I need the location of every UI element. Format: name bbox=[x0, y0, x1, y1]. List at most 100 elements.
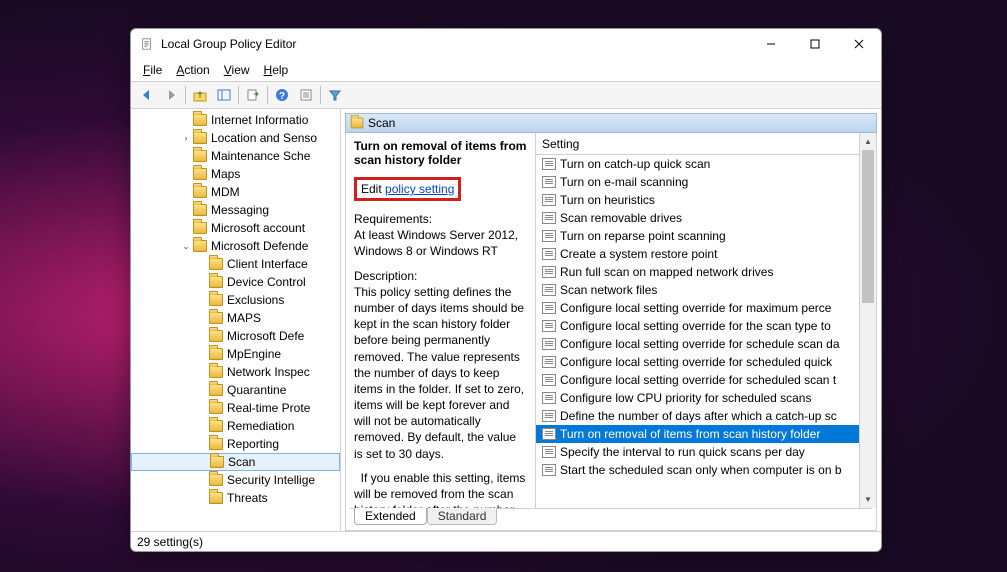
scroll-down-icon[interactable]: ▼ bbox=[860, 491, 876, 508]
policy-icon bbox=[542, 176, 556, 188]
folder-icon bbox=[209, 420, 223, 432]
svg-text:?: ? bbox=[279, 91, 285, 102]
minimize-button[interactable] bbox=[749, 29, 793, 59]
tree-node[interactable]: MpEngine bbox=[131, 345, 340, 363]
policy-icon bbox=[542, 392, 556, 404]
setting-row[interactable]: Turn on reparse point scanning bbox=[536, 227, 859, 245]
forward-arrow-icon[interactable] bbox=[161, 85, 181, 105]
help-icon[interactable]: ? bbox=[272, 85, 292, 105]
setting-row[interactable]: Specify the interval to run quick scans … bbox=[536, 443, 859, 461]
tree-node[interactable]: Quarantine bbox=[131, 381, 340, 399]
tree-node-label: Threats bbox=[227, 491, 268, 505]
tree-node[interactable]: Remediation bbox=[131, 417, 340, 435]
menu-view[interactable]: View bbox=[218, 61, 256, 79]
setting-row[interactable]: Run full scan on mapped network drives bbox=[536, 263, 859, 281]
scroll-up-icon[interactable]: ▲ bbox=[860, 133, 876, 150]
policy-icon bbox=[542, 284, 556, 296]
chevron-right-icon[interactable]: › bbox=[179, 133, 193, 143]
tree-node[interactable]: Security Intellige bbox=[131, 471, 340, 489]
tree-node[interactable]: Device Control bbox=[131, 273, 340, 291]
setting-row[interactable]: Define the number of days after which a … bbox=[536, 407, 859, 425]
tree-node[interactable]: Microsoft account bbox=[131, 219, 340, 237]
folder-icon bbox=[193, 240, 207, 252]
tree-node[interactable]: MDM bbox=[131, 183, 340, 201]
show-hide-tree-icon[interactable] bbox=[214, 85, 234, 105]
tree-node[interactable]: Network Inspec bbox=[131, 363, 340, 381]
tree-node-label: Remediation bbox=[227, 419, 294, 433]
properties-icon[interactable] bbox=[296, 85, 316, 105]
tree-node-label: Microsoft account bbox=[211, 221, 305, 235]
vertical-scrollbar[interactable]: ▲ ▼ bbox=[859, 133, 876, 508]
tree-node[interactable]: ›Location and Senso bbox=[131, 129, 340, 147]
setting-row[interactable]: Configure local setting override for sch… bbox=[536, 335, 859, 353]
tab-extended[interactable]: Extended bbox=[354, 508, 427, 525]
settings-list[interactable]: Turn on catch-up quick scanTurn on e-mai… bbox=[536, 155, 859, 479]
tree-node[interactable]: Maps bbox=[131, 165, 340, 183]
status-text: 29 setting(s) bbox=[137, 535, 203, 549]
menu-action[interactable]: Action bbox=[170, 61, 215, 79]
setting-row[interactable]: Configure low CPU priority for scheduled… bbox=[536, 389, 859, 407]
tree-node[interactable]: Internet Informatio bbox=[131, 111, 340, 129]
setting-row[interactable]: Turn on e-mail scanning bbox=[536, 173, 859, 191]
panel-folder-name: Scan bbox=[368, 116, 395, 130]
folder-icon bbox=[210, 456, 224, 468]
setting-row[interactable]: Configure local setting override for the… bbox=[536, 317, 859, 335]
setting-label: Turn on heuristics bbox=[560, 193, 655, 207]
tree-node[interactable]: Scan bbox=[131, 453, 340, 471]
setting-row[interactable]: Configure local setting override for sch… bbox=[536, 353, 859, 371]
policy-icon bbox=[542, 446, 556, 458]
setting-row[interactable]: Start the scheduled scan only when compu… bbox=[536, 461, 859, 479]
setting-label: Define the number of days after which a … bbox=[560, 409, 837, 423]
tree-node[interactable]: Microsoft Defe bbox=[131, 327, 340, 345]
folder-icon bbox=[209, 438, 223, 450]
setting-row[interactable]: Create a system restore point bbox=[536, 245, 859, 263]
tab-standard[interactable]: Standard bbox=[427, 508, 498, 525]
setting-row[interactable]: Turn on heuristics bbox=[536, 191, 859, 209]
menu-file[interactable]: File bbox=[137, 61, 168, 79]
folder-icon bbox=[209, 276, 223, 288]
setting-row[interactable]: Turn on catch-up quick scan bbox=[536, 155, 859, 173]
tree-node[interactable]: ⌄Microsoft Defende bbox=[131, 237, 340, 255]
folder-icon bbox=[193, 114, 207, 126]
main-window: Local Group Policy Editor File Action Vi… bbox=[130, 28, 882, 552]
tree-node-label: Quarantine bbox=[227, 383, 286, 397]
menu-help[interactable]: Help bbox=[258, 61, 295, 79]
setting-label: Start the scheduled scan only when compu… bbox=[560, 463, 842, 477]
tree-node-label: Maps bbox=[211, 167, 240, 181]
tree-node[interactable]: Threats bbox=[131, 489, 340, 507]
tree-node[interactable]: Maintenance Sche bbox=[131, 147, 340, 165]
edit-policy-link[interactable]: policy setting bbox=[385, 182, 454, 196]
tree-node[interactable]: Client Interface bbox=[131, 255, 340, 273]
back-arrow-icon[interactable] bbox=[137, 85, 157, 105]
view-tabs: Extended Standard bbox=[350, 508, 872, 530]
navigation-tree[interactable]: Internet Informatio›Location and SensoMa… bbox=[131, 109, 341, 531]
chevron-down-icon[interactable]: ⌄ bbox=[179, 241, 193, 252]
folder-icon bbox=[193, 186, 207, 198]
setting-row[interactable]: Configure local setting override for sch… bbox=[536, 371, 859, 389]
up-folder-icon[interactable] bbox=[190, 85, 210, 105]
setting-row[interactable]: Scan network files bbox=[536, 281, 859, 299]
toolbar: ? bbox=[131, 81, 881, 109]
column-header-setting[interactable]: Setting bbox=[536, 133, 859, 155]
setting-row[interactable]: Configure local setting override for max… bbox=[536, 299, 859, 317]
folder-icon bbox=[193, 150, 207, 162]
close-button[interactable] bbox=[837, 29, 881, 59]
tree-node[interactable]: Reporting bbox=[131, 435, 340, 453]
tree-node[interactable]: Exclusions bbox=[131, 291, 340, 309]
description-label: Description: bbox=[354, 269, 417, 283]
policy-icon bbox=[542, 266, 556, 278]
tree-node[interactable]: MAPS bbox=[131, 309, 340, 327]
tree-node[interactable]: Real-time Prote bbox=[131, 399, 340, 417]
export-list-icon[interactable] bbox=[243, 85, 263, 105]
maximize-button[interactable] bbox=[793, 29, 837, 59]
statusbar: 29 setting(s) bbox=[131, 531, 881, 551]
setting-label: Run full scan on mapped network drives bbox=[560, 265, 773, 279]
tree-node[interactable]: Messaging bbox=[131, 201, 340, 219]
setting-row[interactable]: Turn on removal of items from scan histo… bbox=[536, 425, 859, 443]
filter-icon[interactable] bbox=[325, 85, 345, 105]
tree-node-label: Reporting bbox=[227, 437, 279, 451]
tree-node-label: Messaging bbox=[211, 203, 269, 217]
folder-icon bbox=[209, 366, 223, 378]
setting-row[interactable]: Scan removable drives bbox=[536, 209, 859, 227]
setting-label: Configure low CPU priority for scheduled… bbox=[560, 391, 811, 405]
